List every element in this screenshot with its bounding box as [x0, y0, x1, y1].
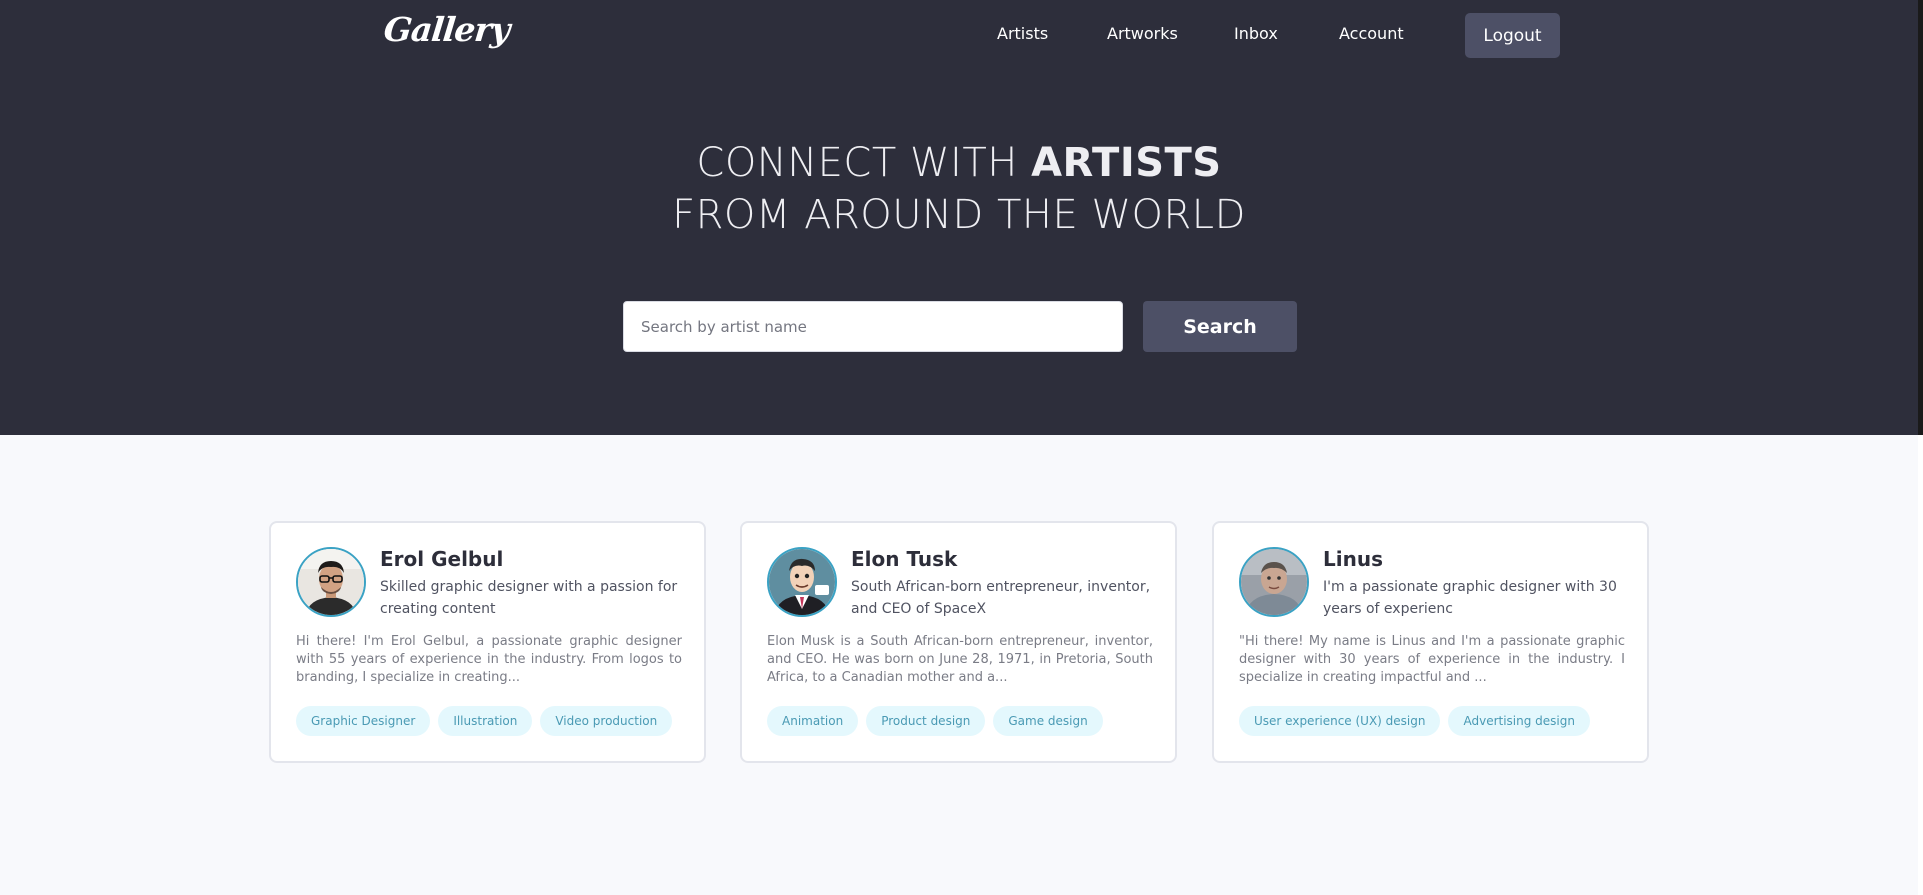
tag[interactable]: Product design: [866, 706, 986, 736]
tag[interactable]: Advertising design: [1448, 706, 1590, 736]
artist-card[interactable]: Linus I'm a passionate graphic designer …: [1212, 521, 1649, 763]
hero-headline-bold: ARTISTS: [1031, 140, 1222, 186]
artist-name[interactable]: Linus: [1323, 547, 1383, 571]
avatar-portrait-erol: [298, 549, 364, 615]
artist-tagline: Skilled graphic designer with a passion …: [380, 579, 678, 617]
artist-bio: Elon Musk is a South African-born entrep…: [767, 634, 1153, 685]
nav-artworks[interactable]: Artworks: [1107, 24, 1178, 43]
artist-bio: Hi there! I'm Erol Gelbul, a passionate …: [296, 634, 682, 685]
nav-artists[interactable]: Artists: [997, 24, 1048, 43]
tag[interactable]: Game design: [993, 706, 1103, 736]
artist-tags: User experience (UX) design Advertising …: [1239, 706, 1590, 736]
tag[interactable]: Animation: [767, 706, 859, 736]
artist-name[interactable]: Elon Tusk: [851, 547, 957, 571]
avatar: [1239, 547, 1309, 617]
artist-tagline: I'm a passionate graphic designer with 3…: [1323, 579, 1617, 617]
artist-bio: "Hi there! My name is Linus and I'm a pa…: [1239, 634, 1625, 685]
hero-headline-line2: FROM AROUND THE WORLD: [672, 192, 1246, 238]
artist-card[interactable]: Elon Tusk South African-born entrepreneu…: [740, 521, 1177, 763]
gallery-logo[interactable]: Gallery: [382, 10, 511, 49]
tag[interactable]: Illustration: [438, 706, 533, 736]
logout-button[interactable]: Logout: [1465, 13, 1560, 58]
artist-card[interactable]: Erol Gelbul Skilled graphic designer wit…: [269, 521, 706, 763]
nav-inbox[interactable]: Inbox: [1234, 24, 1278, 43]
avatar: [767, 547, 837, 617]
artist-tagline: South African-born entrepreneur, invento…: [851, 579, 1151, 617]
window-edge-lower: [1918, 435, 1923, 895]
avatar-portrait-elon: [769, 549, 835, 615]
artist-tags: Animation Product design Game design: [767, 706, 1103, 736]
nav-account[interactable]: Account: [1339, 24, 1404, 43]
tag[interactable]: Video production: [540, 706, 673, 736]
hero-headline-prefix: CONNECT WITH: [696, 140, 1032, 186]
artist-name[interactable]: Erol Gelbul: [380, 547, 503, 571]
avatar: [296, 547, 366, 617]
artist-tags: Graphic Designer Illustration Video prod…: [296, 706, 673, 736]
tag[interactable]: User experience (UX) design: [1239, 706, 1441, 736]
avatar-portrait-linus: [1241, 549, 1307, 615]
artist-search-input[interactable]: [623, 301, 1123, 352]
tag[interactable]: Graphic Designer: [296, 706, 431, 736]
search-button[interactable]: Search: [1143, 301, 1297, 352]
hero-headline-line1: CONNECT WITH ARTISTS: [0, 140, 1918, 186]
